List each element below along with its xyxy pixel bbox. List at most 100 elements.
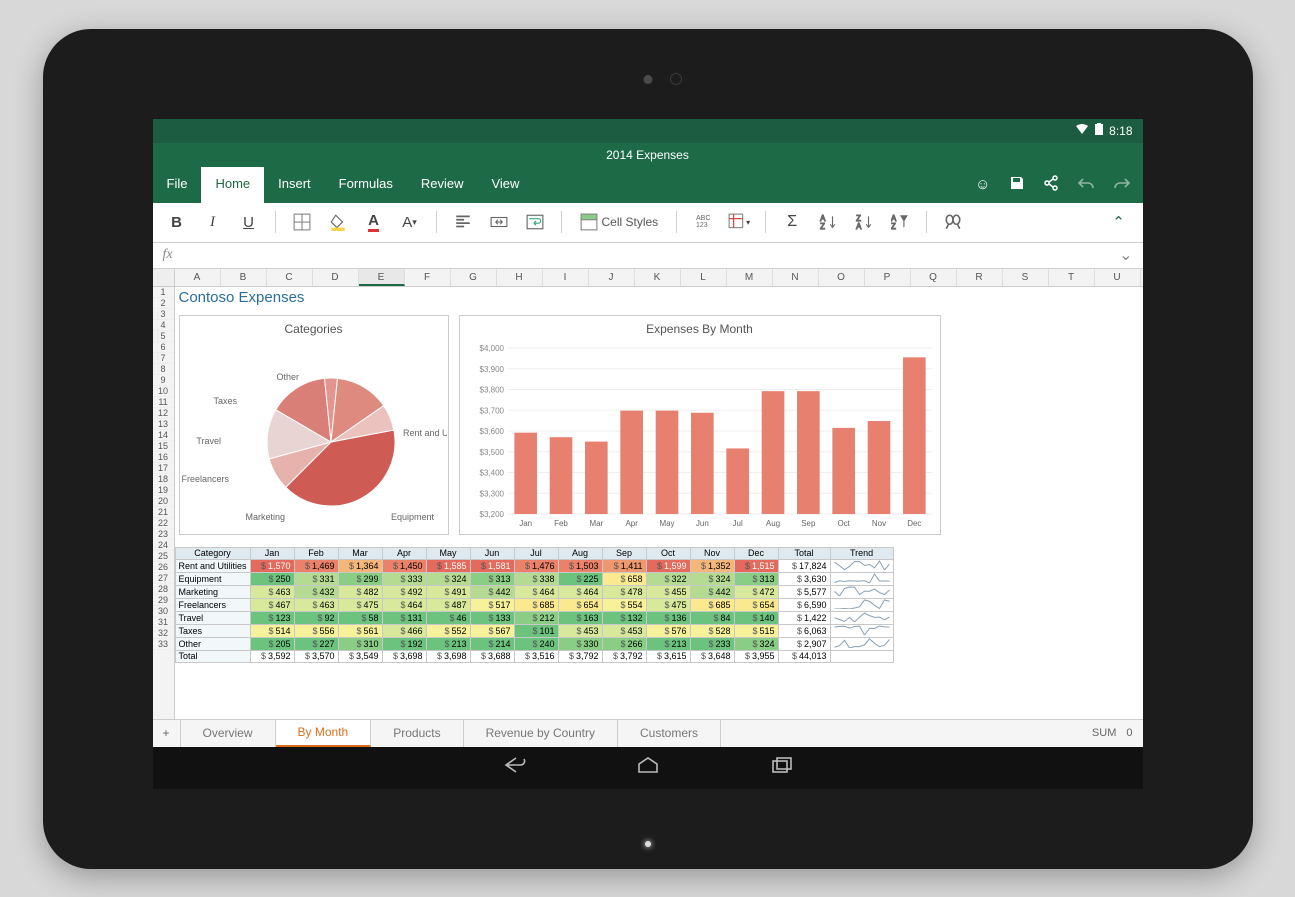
sum-button[interactable]: Σ — [778, 208, 806, 236]
col-header-N[interactable]: N — [773, 269, 819, 286]
row-header[interactable]: 3 — [153, 309, 174, 320]
cell-styles-button[interactable]: Cell Styles — [574, 208, 665, 236]
sheet-tab-by-month[interactable]: By Month — [276, 720, 372, 747]
row-header[interactable]: 11 — [153, 397, 174, 408]
sheet-tab-products[interactable]: Products — [371, 720, 463, 747]
row-header[interactable]: 13 — [153, 419, 174, 430]
table-row[interactable]: Marketing$463$432$482$492$491$442$464$46… — [175, 585, 893, 598]
col-header-A[interactable]: A — [175, 269, 221, 286]
table-row[interactable]: Equipment$250$331$299$333$324$313$338$22… — [175, 572, 893, 585]
row-header[interactable]: 26 — [153, 562, 174, 573]
wrap-text-button[interactable] — [521, 208, 549, 236]
row-header[interactable]: 12 — [153, 408, 174, 419]
row-header[interactable]: 2 — [153, 298, 174, 309]
row-header[interactable]: 17 — [153, 463, 174, 474]
table-header[interactable]: Total — [778, 547, 830, 559]
table-header[interactable]: Jul — [514, 547, 558, 559]
table-row[interactable]: Travel$123$92$58$131$46$133$212$163$132$… — [175, 611, 893, 624]
italic-button[interactable]: I — [199, 208, 227, 236]
col-header-D[interactable]: D — [313, 269, 359, 286]
row-header[interactable]: 28 — [153, 584, 174, 595]
col-header-T[interactable]: T — [1049, 269, 1095, 286]
emoji-icon[interactable]: ☺ — [975, 176, 990, 193]
bar-chart-monthly[interactable]: Expenses By Month $3,200$3,300$3,400$3,5… — [459, 315, 941, 535]
row-header[interactable]: 10 — [153, 386, 174, 397]
table-header[interactable]: Category — [175, 547, 250, 559]
row-header[interactable]: 21 — [153, 507, 174, 518]
table-header[interactable]: Feb — [294, 547, 338, 559]
ribbon-tab-home[interactable]: Home — [201, 167, 264, 203]
table-row[interactable]: Other$205$227$310$192$213$214$240$330$26… — [175, 637, 893, 650]
ribbon-tab-view[interactable]: View — [477, 167, 533, 203]
table-header[interactable]: Apr — [382, 547, 426, 559]
underline-button[interactable]: U — [235, 208, 263, 236]
table-header[interactable]: Aug — [558, 547, 602, 559]
col-header-B[interactable]: B — [221, 269, 267, 286]
sheet-tab-overview[interactable]: Overview — [181, 720, 276, 747]
col-header-F[interactable]: F — [405, 269, 451, 286]
row-header[interactable]: 29 — [153, 595, 174, 606]
formula-input[interactable] — [183, 248, 1119, 262]
table-header[interactable]: Jan — [250, 547, 294, 559]
ribbon-tab-insert[interactable]: Insert — [264, 167, 325, 203]
borders-button[interactable] — [288, 208, 316, 236]
row-header[interactable]: 25 — [153, 551, 174, 562]
row-header[interactable]: 27 — [153, 573, 174, 584]
row-header[interactable]: 16 — [153, 452, 174, 463]
row-header[interactable]: 32 — [153, 628, 174, 639]
table-header[interactable]: Sep — [602, 547, 646, 559]
bold-button[interactable]: B — [163, 208, 191, 236]
add-sheet-button[interactable]: + — [153, 720, 181, 747]
row-header[interactable]: 1 — [153, 287, 174, 298]
row-header[interactable]: 30 — [153, 606, 174, 617]
row-header[interactable]: 22 — [153, 518, 174, 529]
undo-icon[interactable] — [1077, 176, 1095, 194]
table-header[interactable]: Mar — [338, 547, 382, 559]
col-header-Q[interactable]: Q — [911, 269, 957, 286]
col-header-O[interactable]: O — [819, 269, 865, 286]
col-header-L[interactable]: L — [681, 269, 727, 286]
grid-canvas[interactable]: Contoso Expenses Categories Rent and Uti… — [175, 287, 1143, 719]
table-row[interactable]: Taxes$514$556$561$466$552$567$101$453$45… — [175, 624, 893, 637]
row-header[interactable]: 5 — [153, 331, 174, 342]
row-header[interactable]: 8 — [153, 364, 174, 375]
table-header[interactable]: Oct — [646, 547, 690, 559]
save-icon[interactable] — [1009, 175, 1025, 195]
col-header-I[interactable]: I — [543, 269, 589, 286]
font-color-button[interactable]: A — [360, 208, 388, 236]
col-header-P[interactable]: P — [865, 269, 911, 286]
table-row[interactable]: Rent and Utilities$1,570$1,469$1,364$1,4… — [175, 559, 893, 572]
fill-color-button[interactable] — [324, 208, 352, 236]
col-header-K[interactable]: K — [635, 269, 681, 286]
formula-expand-icon[interactable]: ⌄ — [1119, 245, 1132, 265]
collapse-ribbon-button[interactable]: ⌃ — [1105, 208, 1133, 236]
table-header[interactable]: Dec — [734, 547, 778, 559]
merge-button[interactable] — [485, 208, 513, 236]
align-left-button[interactable] — [449, 208, 477, 236]
col-header-E[interactable]: E — [359, 269, 405, 286]
sheet-tab-customers[interactable]: Customers — [618, 720, 721, 747]
ribbon-tab-review[interactable]: Review — [407, 167, 478, 203]
row-header[interactable]: 18 — [153, 474, 174, 485]
fx-icon[interactable]: fx — [163, 247, 183, 263]
select-all-corner[interactable] — [153, 269, 175, 286]
col-header-G[interactable]: G — [451, 269, 497, 286]
col-header-C[interactable]: C — [267, 269, 313, 286]
number-format-button[interactable]: ABC123 — [689, 208, 717, 236]
row-header[interactable]: 19 — [153, 485, 174, 496]
row-header[interactable]: 23 — [153, 529, 174, 540]
row-header[interactable]: 31 — [153, 617, 174, 628]
row-header[interactable]: 33 — [153, 639, 174, 650]
col-header-M[interactable]: M — [727, 269, 773, 286]
row-header[interactable]: 15 — [153, 441, 174, 452]
table-header[interactable]: Trend — [830, 547, 893, 559]
table-row[interactable]: Freelancers$467$463$475$464$487$517$685$… — [175, 598, 893, 611]
table-format-button[interactable]: ▾ — [725, 208, 753, 236]
sort-asc-button[interactable]: AZ — [814, 208, 842, 236]
row-header[interactable]: 4 — [153, 320, 174, 331]
row-header[interactable]: 24 — [153, 540, 174, 551]
col-header-R[interactable]: R — [957, 269, 1003, 286]
pie-chart-categories[interactable]: Categories Rent and UtilitiesEquipmentMa… — [179, 315, 449, 535]
back-button[interactable] — [502, 756, 526, 779]
row-header[interactable]: 9 — [153, 375, 174, 386]
